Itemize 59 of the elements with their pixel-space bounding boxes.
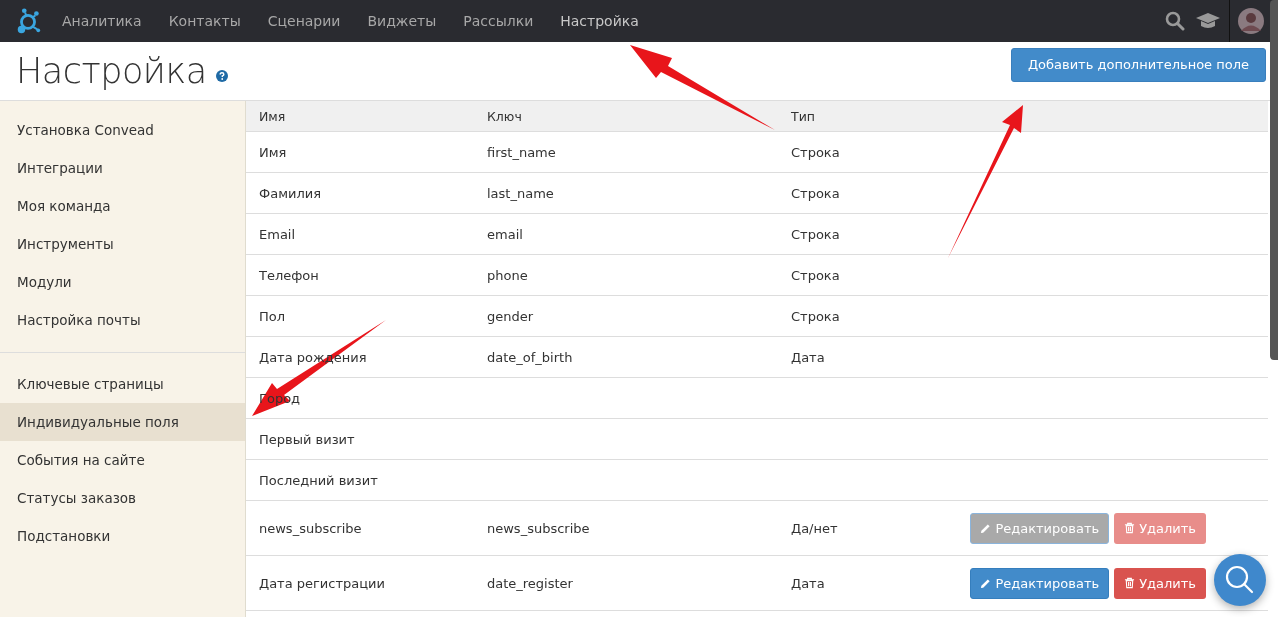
nav-link[interactable]: Настройка [560, 13, 639, 29]
sidebar-item[interactable]: Ключевые страницы [0, 365, 245, 403]
trash-icon [1124, 577, 1136, 589]
table-cell: Первый визит [259, 431, 355, 447]
table-cell: date_register [487, 575, 573, 591]
sidebar-item[interactable]: Инструменты [0, 225, 245, 263]
add-field-button[interactable]: Добавить дополнительное поле [1010, 47, 1266, 82]
table-cell: Дата [791, 349, 825, 365]
sidebar-item[interactable]: Установка Convead [0, 111, 245, 149]
table-cell: Строка [791, 144, 840, 160]
table-cell: Строка [791, 185, 840, 201]
table-cell: Пол [259, 308, 286, 324]
sidebar-item[interactable]: Статусы заказов [0, 479, 245, 517]
help-icon[interactable] [215, 70, 228, 82]
trash-icon [1124, 522, 1136, 534]
table-cell: Строка [791, 308, 840, 324]
column-header: Ключ [487, 108, 522, 124]
page-title: Настройка [16, 51, 207, 91]
sidebar-item[interactable]: Подстановки [0, 517, 245, 555]
sidebar-item[interactable]: События на сайте [0, 441, 245, 479]
sidebar-item[interactable]: Моя команда [0, 187, 245, 225]
pencil-icon [980, 522, 992, 534]
table-cell: Телефон [259, 267, 319, 283]
search-icon[interactable] [1165, 11, 1185, 31]
sidebar-item[interactable]: Модули [0, 263, 245, 301]
edit-button[interactable]: Редактировать [970, 567, 1110, 599]
nav-link[interactable]: Аналитика [62, 13, 142, 29]
table-cell: Да/нет [791, 520, 838, 536]
table-cell: Последний визит [259, 472, 378, 488]
table-cell: Строка [791, 267, 840, 283]
nav-link[interactable]: Контакты [168, 13, 241, 29]
table-cell: gender [487, 308, 534, 324]
table-cell: Email [259, 226, 296, 242]
table-cell: Дата регистрации [259, 575, 385, 591]
column-header: Имя [259, 108, 286, 124]
nav-link[interactable]: Сценарии [267, 13, 341, 29]
nav-link[interactable]: Рассылки [463, 13, 534, 29]
sidebar-item[interactable]: Индивидуальные поля [0, 403, 245, 441]
table-cell: email [487, 226, 523, 242]
pencil-icon [980, 577, 992, 589]
table-cell: news_subscribe [259, 520, 362, 536]
table-cell: phone [487, 267, 528, 283]
graduation-cap-icon[interactable] [1195, 11, 1221, 31]
table-cell: Строка [791, 226, 840, 242]
table-cell: date_of_birth [487, 349, 573, 365]
table-cell: last_name [487, 185, 554, 201]
table-cell: Фамилия [259, 185, 321, 201]
search-button[interactable] [1214, 554, 1266, 606]
sidebar-item[interactable]: Настройка почты [0, 301, 245, 339]
column-header: Тип [791, 108, 815, 124]
table-cell: Дата [791, 575, 825, 591]
table-cell: first_name [487, 144, 556, 160]
avatar-icon[interactable] [1238, 8, 1264, 34]
table-cell: Имя [259, 144, 287, 160]
table-cell: news_subscribe [487, 520, 590, 536]
sidebar-item[interactable]: Интеграции [0, 149, 245, 187]
delete-button[interactable]: Удалить [1114, 567, 1206, 599]
nav-link[interactable]: Виджеты [367, 13, 437, 29]
scrollbar[interactable] [1270, 0, 1278, 360]
